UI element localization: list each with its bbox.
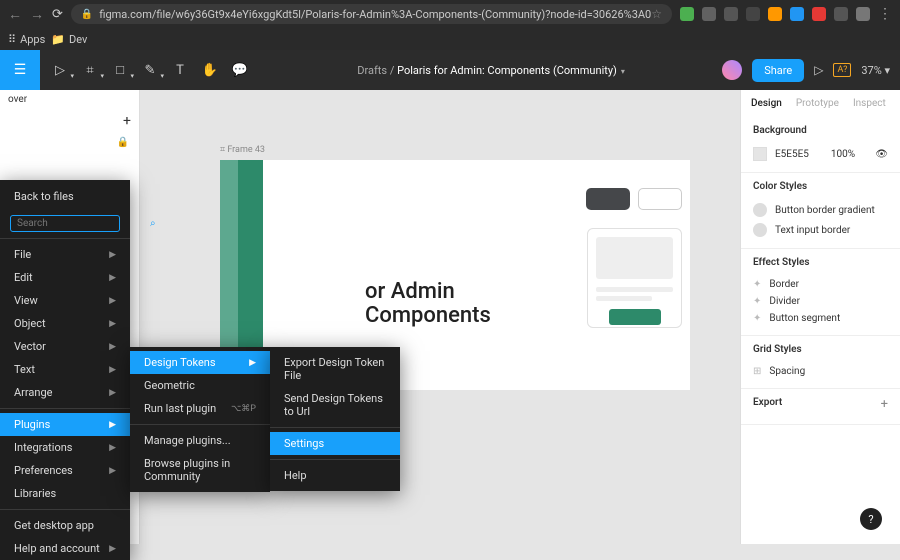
figma-toolbar: ☰ ▷▾ ⌗▾ □▾ ✎▾ T ✋ 💬 Drafts / Polaris for… <box>0 50 900 90</box>
lock-icon: 🔒 <box>81 9 93 20</box>
design-panel: Design Prototype Inspect Background E5E5… <box>740 90 900 544</box>
apps-bookmark[interactable]: ⠿ Apps <box>8 33 45 46</box>
menu-view[interactable]: View▶ <box>0 289 130 312</box>
more-icon[interactable]: ⋮ <box>878 6 892 22</box>
back-arrow-icon[interactable]: ← <box>8 6 22 23</box>
export-add-icon[interactable]: + <box>881 397 888 412</box>
breadcrumb[interactable]: Drafts / Polaris for Admin: Components (… <box>260 64 722 77</box>
menu-text[interactable]: Text▶ <box>0 358 130 381</box>
ext-icon[interactable] <box>768 7 782 21</box>
browser-bar: ← → ⟳ 🔒 figma.com/file/w6y36Gt9x4eYi6xgg… <box>0 0 900 28</box>
frame-tool[interactable]: ⌗▾ <box>76 56 104 84</box>
menu-search[interactable]: ⌕ <box>10 215 120 232</box>
tab-prototype[interactable]: Prototype <box>796 98 839 109</box>
missing-fonts-badge[interactable]: A? <box>833 63 851 77</box>
menu-geometric[interactable]: Geometric <box>130 374 270 397</box>
ext-icon[interactable] <box>812 7 826 21</box>
frame-label[interactable]: ⌗ Frame 43 <box>220 145 265 155</box>
menu-manage-plugins[interactable]: Manage plugins... <box>130 429 270 452</box>
menu-libraries[interactable]: Libraries <box>0 482 130 505</box>
add-page-icon[interactable]: + <box>123 113 131 129</box>
ext-icon[interactable] <box>702 7 716 21</box>
effect-style-item[interactable]: ✦Button segment <box>753 310 888 327</box>
menu-run-last[interactable]: Run last plugin⌥⌘P <box>130 397 270 420</box>
card-dark <box>586 188 630 210</box>
bg-hex[interactable]: E5E5E5 <box>775 149 809 160</box>
pen-tool[interactable]: ✎▾ <box>136 56 164 84</box>
ext-icon[interactable] <box>746 7 760 21</box>
forward-arrow-icon[interactable]: → <box>30 6 44 23</box>
menu-browse-plugins[interactable]: Browse plugins in Community <box>130 452 270 488</box>
layer-cover[interactable]: over <box>8 94 27 105</box>
hand-tool[interactable]: ✋ <box>196 56 224 84</box>
ext-icon[interactable] <box>724 7 738 21</box>
plugins-submenu: Design Tokens▶ Geometric Run last plugin… <box>130 347 270 492</box>
effect-styles-title: Effect Styles <box>753 257 888 268</box>
color-styles-title: Color Styles <box>753 181 888 192</box>
grid-styles-title: Grid Styles <box>753 344 888 355</box>
lock-icon[interactable]: 🔒 <box>0 133 139 152</box>
main-menu-button[interactable]: ☰ <box>0 50 40 90</box>
main-menu: Back to files ⌕ File▶ Edit▶ View▶ Object… <box>0 180 130 560</box>
bg-opacity[interactable]: 100% <box>831 149 855 160</box>
menu-edit[interactable]: Edit▶ <box>0 266 130 289</box>
menu-send-tokens[interactable]: Send Design Tokens to Url <box>270 387 400 423</box>
present-icon[interactable]: ▷ <box>814 63 823 77</box>
url-text: figma.com/file/w6y36Gt9x4eYi6xggKdt5l/Po… <box>99 8 651 21</box>
effect-style-item[interactable]: ✦Border <box>753 276 888 293</box>
menu-file[interactable]: File▶ <box>0 243 130 266</box>
menu-dt-help[interactable]: Help <box>270 464 400 487</box>
menu-object[interactable]: Object▶ <box>0 312 130 335</box>
reload-icon[interactable]: ⟳ <box>52 7 63 22</box>
dev-bookmark[interactable]: 📁 Dev <box>51 33 87 46</box>
background-title: Background <box>753 125 888 136</box>
move-tool[interactable]: ▷▾ <box>46 56 74 84</box>
text-tool[interactable]: T <box>166 56 194 84</box>
hero-title: or AdminComponents <box>365 280 491 328</box>
menu-desktop[interactable]: Get desktop app <box>0 514 130 537</box>
back-to-files[interactable]: Back to files <box>0 184 130 209</box>
ext-icon[interactable] <box>834 7 848 21</box>
menu-search-input[interactable] <box>17 218 150 229</box>
shape-tool[interactable]: □▾ <box>106 56 134 84</box>
menu-arrange[interactable]: Arrange▶ <box>0 381 130 404</box>
avatar[interactable] <box>722 60 742 80</box>
effect-style-item[interactable]: ✦Divider <box>753 293 888 310</box>
eye-icon[interactable]: 👁 <box>875 149 888 160</box>
comment-tool[interactable]: 💬 <box>226 56 254 84</box>
menu-plugins[interactable]: Plugins▶ <box>0 413 130 436</box>
bg-swatch[interactable] <box>753 147 767 161</box>
url-bar[interactable]: 🔒 figma.com/file/w6y36Gt9x4eYi6xggKdt5l/… <box>71 4 672 24</box>
ext-icon[interactable] <box>680 7 694 21</box>
share-button[interactable]: Share <box>752 59 804 82</box>
menu-design-tokens[interactable]: Design Tokens▶ <box>130 351 270 374</box>
extension-icons: ⋮ <box>680 6 892 22</box>
color-style-item[interactable]: Text input border <box>753 220 888 240</box>
menu-integrations[interactable]: Integrations▶ <box>0 436 130 459</box>
help-button[interactable]: ? <box>860 508 882 530</box>
search-icon: ⌕ <box>150 218 156 229</box>
star-icon[interactable]: ☆ <box>651 7 662 21</box>
ext-icon[interactable] <box>790 7 804 21</box>
color-style-item[interactable]: Button border gradient <box>753 200 888 220</box>
card-outline <box>638 188 682 210</box>
menu-export-tokens[interactable]: Export Design Token File <box>270 351 400 387</box>
tab-inspect[interactable]: Inspect <box>853 98 886 109</box>
bookmarks-bar: ⠿ Apps 📁 Dev <box>0 28 900 50</box>
ext-icon[interactable] <box>856 7 870 21</box>
menu-preferences[interactable]: Preferences▶ <box>0 459 130 482</box>
menu-help[interactable]: Help and account▶ <box>0 537 130 560</box>
menu-settings[interactable]: Settings <box>270 432 400 455</box>
menu-vector[interactable]: Vector▶ <box>0 335 130 358</box>
card-big <box>587 228 682 328</box>
zoom-level[interactable]: 37% ▾ <box>861 64 890 77</box>
grid-style-item[interactable]: ⊞Spacing <box>753 363 888 380</box>
export-title[interactable]: Export <box>753 397 888 408</box>
tab-design[interactable]: Design <box>751 98 782 109</box>
design-tokens-submenu: Export Design Token File Send Design Tok… <box>270 347 400 491</box>
